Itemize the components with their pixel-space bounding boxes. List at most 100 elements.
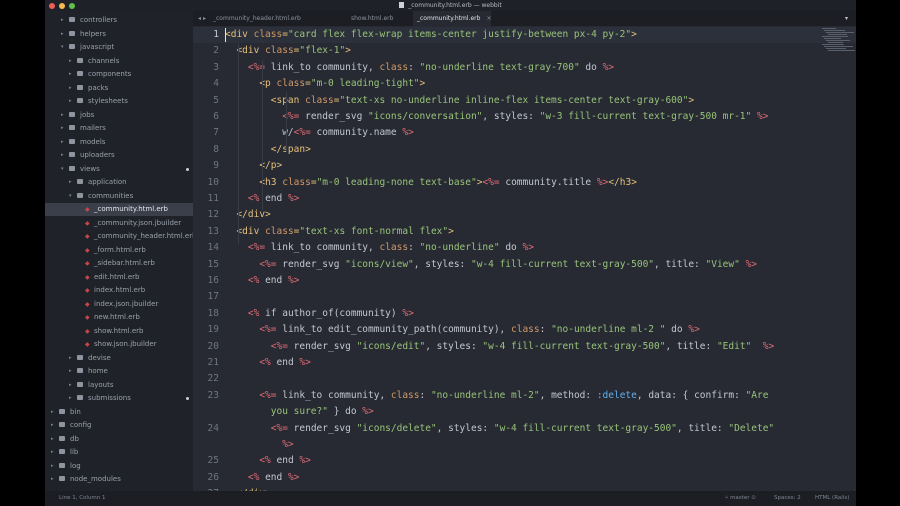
code-line[interactable]: <div class="text-xs font-normal flex"> [225, 224, 453, 240]
sidebar-folder[interactable]: ▸ config [45, 419, 193, 432]
git-branch[interactable]: ⑂ master ⊙ [725, 491, 756, 506]
code-line[interactable]: <%= link_to community, class: "no-underl… [225, 60, 614, 76]
chevron-right-icon[interactable]: ▸ [69, 68, 72, 81]
code-line[interactable]: <%= link_to edit_community_path(communit… [225, 322, 699, 338]
chevron-down-icon[interactable]: ▾ [69, 190, 72, 203]
tab-dropdown-icon[interactable]: ▾ [845, 11, 853, 26]
sidebar-folder[interactable]: ▸ submissions [45, 392, 193, 405]
chevron-right-icon[interactable]: ▸ [69, 95, 72, 108]
code-token: <%= [270, 422, 294, 434]
code-line[interactable]: </p> [225, 158, 282, 174]
chevron-right-icon[interactable]: ▸ [61, 109, 64, 122]
folder-icon [77, 179, 83, 184]
sidebar-folder[interactable]: ▸ layouts [45, 379, 193, 392]
sidebar-file[interactable]: ◆ _sidebar.html.erb [45, 257, 193, 270]
sidebar-folder[interactable]: ▸ helpers [45, 28, 193, 41]
code-line[interactable]: <% end %> [225, 453, 311, 469]
chevron-right-icon[interactable]: ▸ [69, 365, 72, 378]
close-tab-icon[interactable]: × [486, 15, 491, 22]
sidebar-folder[interactable]: ▸ jobs [45, 109, 193, 122]
sidebar-folder[interactable]: ▸ controllers [45, 14, 193, 27]
code-line[interactable]: <% end %> [225, 470, 300, 486]
code-line[interactable]: <%= link_to community, class: "no-underl… [225, 240, 534, 256]
code-line[interactable]: w/<%= community.name %> [225, 125, 414, 141]
cursor-position[interactable]: Line 1, Column 1 [59, 491, 106, 506]
code-line[interactable]: <% end %> [225, 355, 311, 371]
sidebar-file[interactable]: ◆ show.json.jbuilder [45, 338, 193, 351]
code-editor[interactable]: 1 <div class="card flex flex-wrap items-c… [193, 26, 856, 491]
chevron-right-icon[interactable]: ▸ [61, 136, 64, 149]
sidebar-folder[interactable]: ▸ home [45, 365, 193, 378]
syntax-mode[interactable]: HTML (Rails) [815, 491, 849, 506]
sidebar-folder[interactable]: ▸ channels [45, 55, 193, 68]
sidebar-folder[interactable]: ▸ mailers [45, 122, 193, 135]
code-line[interactable]: <% if author_of(community) %> [225, 306, 414, 322]
sidebar-file[interactable]: ◆ index.html.erb [45, 284, 193, 297]
code-line[interactable]: <div class="card flex flex-wrap items-ce… [225, 27, 637, 43]
chevron-right-icon[interactable]: ▸ [69, 82, 72, 95]
chevron-right-icon[interactable]: ▸ [51, 446, 54, 459]
sidebar-file[interactable]: ◆ _form.html.erb [45, 244, 193, 257]
chevron-right-icon[interactable]: ▸ [51, 419, 54, 432]
tab-nav-arrows-icon[interactable]: ◂ ▸ [195, 11, 209, 26]
sidebar-folder[interactable]: ▸ models [45, 136, 193, 149]
chevron-right-icon[interactable]: ▸ [51, 406, 54, 419]
chevron-right-icon[interactable]: ▸ [69, 55, 72, 68]
sidebar-folder[interactable]: ▸ application [45, 176, 193, 189]
code-token: "card flex flex-wrap items-center justif… [287, 29, 632, 40]
chevron-right-icon[interactable]: ▸ [51, 473, 54, 486]
sidebar-file[interactable]: ◆ new.html.erb [45, 311, 193, 324]
minimap[interactable] [820, 26, 855, 52]
sidebar-folder[interactable]: ▸ node_modules [45, 473, 193, 486]
chevron-right-icon[interactable]: ▸ [69, 379, 72, 392]
sidebar-folder[interactable]: ▸ lib [45, 446, 193, 459]
sidebar-file[interactable]: ◆ _community_header.html.erb [45, 230, 193, 243]
indentation-setting[interactable]: Spaces: 2 [774, 491, 801, 506]
code-line[interactable]: <%= render_svg "icons/delete", styles: "… [225, 421, 774, 437]
sidebar-folder[interactable]: ▸ devise [45, 352, 193, 365]
sidebar-folder[interactable]: ▸ uploaders [45, 149, 193, 162]
folder-icon [59, 476, 65, 481]
chevron-down-icon[interactable]: ▾ [61, 41, 64, 54]
sidebar-file[interactable]: ◆ _community.json.jbuilder [45, 217, 193, 230]
code-line[interactable]: <%= render_svg "icons/view", styles: "w-… [225, 257, 757, 273]
code-line[interactable]: <div class="flex-1"> [225, 43, 350, 59]
tab-community-header[interactable]: _community_header.html.erb [211, 11, 301, 26]
code-line[interactable]: you sure?" } do %> [225, 404, 374, 420]
sidebar-folder[interactable]: ▸ packs [45, 82, 193, 95]
chevron-right-icon[interactable]: ▸ [61, 28, 64, 41]
chevron-right-icon[interactable]: ▸ [61, 122, 64, 135]
code-line[interactable]: <%= render_svg "icons/edit", styles: "w-… [225, 339, 774, 355]
sidebar-folder[interactable]: ▸ log [45, 460, 193, 473]
chevron-down-icon[interactable]: ▾ [61, 163, 64, 176]
sidebar-folder[interactable]: ▸ components [45, 68, 193, 81]
sidebar-folder[interactable]: ▸ stylesheets [45, 95, 193, 108]
chevron-right-icon[interactable]: ▸ [61, 14, 64, 27]
sidebar-folder[interactable]: ▸ db [45, 433, 193, 446]
sidebar-folder[interactable]: ▾ views [45, 163, 193, 176]
code-line[interactable]: <% end %> [225, 273, 300, 289]
chevron-right-icon[interactable]: ▸ [69, 352, 72, 365]
code-line[interactable]: <%= link_to community, class: "no-underl… [225, 388, 768, 404]
code-line[interactable]: %> [225, 437, 293, 453]
chevron-right-icon[interactable]: ▸ [69, 392, 72, 405]
chevron-right-icon[interactable]: ▸ [69, 176, 72, 189]
sidebar-folder[interactable]: ▾ communities [45, 190, 193, 203]
sidebar-file[interactable]: ◆ index.json.jbuilder [45, 298, 193, 311]
chevron-right-icon[interactable]: ▸ [51, 460, 54, 473]
tab-show[interactable]: show.html.erb [351, 11, 411, 26]
sidebar-file[interactable]: ◆ edit.html.erb [45, 271, 193, 284]
code-line[interactable]: <span class="text-xs no-underline inline… [225, 93, 694, 109]
code-line[interactable]: </div> [225, 207, 270, 223]
chevron-right-icon[interactable]: ▸ [61, 149, 64, 162]
sidebar-folder[interactable]: ▾ javascript [45, 41, 193, 54]
code-line[interactable]: <p class="m-0 leading-tight"> [225, 76, 425, 92]
sidebar-folder[interactable]: ▸ bin [45, 406, 193, 419]
tab-community[interactable]: _community.html.erb × [413, 11, 491, 26]
code-line[interactable]: <h3 class="m-0 leading-none text-base"><… [225, 175, 637, 191]
line-number: 11 [207, 193, 219, 204]
code-line[interactable]: <%= render_svg "icons/conversation", sty… [225, 109, 768, 125]
sidebar-file[interactable]: ◆ show.html.erb [45, 325, 193, 338]
sidebar-file[interactable]: ◆ _community.html.erb [45, 203, 193, 216]
chevron-right-icon[interactable]: ▸ [51, 433, 54, 446]
